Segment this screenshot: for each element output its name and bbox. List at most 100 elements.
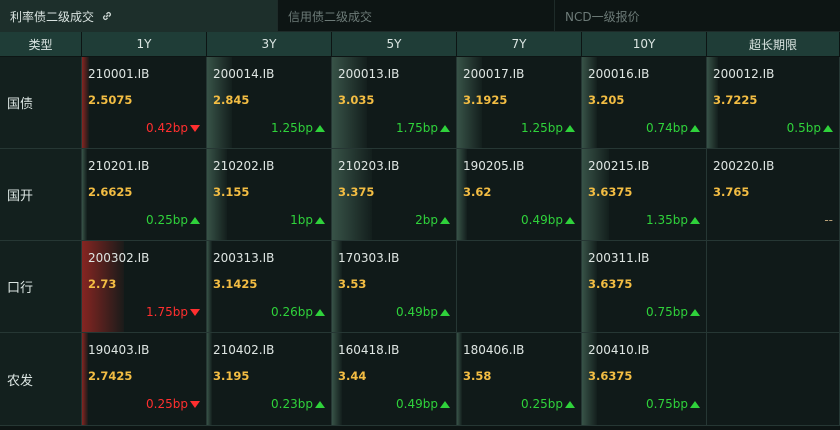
header-1y[interactable]: 1Y: [82, 32, 207, 57]
bond-code[interactable]: 200220.IB: [713, 159, 774, 173]
change-intensity-bar: [82, 149, 87, 240]
bond-code[interactable]: 200014.IB: [213, 67, 274, 81]
yield-change: 1.25bp: [271, 121, 325, 135]
bond-cell-3y[interactable]: 210202.IB 3.155 1bp: [207, 149, 332, 241]
yield-change-value: 0.49bp: [396, 305, 438, 319]
bond-code[interactable]: 160418.IB: [338, 343, 399, 357]
bond-cell-7y[interactable]: 200017.IB 3.1925 1.25bp: [457, 57, 582, 149]
header-ultra-long[interactable]: 超长期限: [707, 32, 840, 57]
bond-yield: 2.845: [213, 93, 250, 107]
tab-rate-bond-trades[interactable]: 利率债二级成交: [0, 0, 278, 32]
bond-yield: 2.73: [88, 277, 117, 291]
yield-change: 0.74bp: [646, 121, 700, 135]
header-3y[interactable]: 3Y: [207, 32, 332, 57]
bond-code[interactable]: 210001.IB: [88, 67, 149, 81]
bond-cell-3y[interactable]: 200014.IB 2.845 1.25bp: [207, 57, 332, 149]
row-label: 国债: [0, 57, 82, 149]
bond-code[interactable]: 210203.IB: [338, 159, 399, 173]
arrow-up-icon: [823, 124, 833, 132]
bond-yield: 3.155: [213, 185, 250, 199]
row-label: 口行: [0, 241, 82, 333]
bond-cell-10y[interactable]: 200215.IB 3.6375 1.35bp: [582, 149, 707, 241]
yield-change: 1.25bp: [521, 121, 575, 135]
arrow-down-icon: [190, 400, 200, 408]
bond-code[interactable]: 200016.IB: [588, 67, 649, 81]
arrow-down-icon: [190, 308, 200, 316]
link-icon[interactable]: [100, 9, 114, 23]
bond-cell-10y[interactable]: 200016.IB 3.205 0.74bp: [582, 57, 707, 149]
arrow-down-icon: [190, 124, 200, 132]
bond-yield: 2.5075: [88, 93, 133, 107]
tab-label: NCD一级报价: [565, 9, 640, 24]
bond-cell-5y[interactable]: 160418.IB 3.44 0.49bp: [332, 333, 457, 426]
bond-yield: 3.205: [588, 93, 625, 107]
bond-yield: 3.375: [338, 185, 375, 199]
yield-change-value: 0.74bp: [646, 121, 688, 135]
bond-cell-1y[interactable]: 210201.IB 2.6625 0.25bp: [82, 149, 207, 241]
yield-change-value: 0.26bp: [271, 305, 313, 319]
bond-code[interactable]: 200410.IB: [588, 343, 649, 357]
bond-yield: 3.035: [338, 93, 375, 107]
bond-code[interactable]: 200302.IB: [88, 251, 149, 265]
yield-change: 0.25bp: [146, 213, 200, 227]
bond-yield: 3.58: [463, 369, 492, 383]
bond-cell-1y[interactable]: 200302.IB 2.73 1.75bp: [82, 241, 207, 333]
arrow-up-icon: [690, 216, 700, 224]
bond-code[interactable]: 200017.IB: [463, 67, 524, 81]
header-5y[interactable]: 5Y: [332, 32, 457, 57]
arrow-up-icon: [690, 124, 700, 132]
bond-cell-3y[interactable]: 200313.IB 3.1425 0.26bp: [207, 241, 332, 333]
yield-change: 2bp: [415, 213, 450, 227]
bond-code[interactable]: 190205.IB: [463, 159, 524, 173]
header-7y[interactable]: 7Y: [457, 32, 582, 57]
bond-yield: 3.6375: [588, 185, 633, 199]
tab-ncd-quotes[interactable]: NCD一级报价: [555, 0, 840, 32]
arrow-up-icon: [315, 124, 325, 132]
bond-code[interactable]: 190403.IB: [88, 343, 149, 357]
yield-change: 0.26bp: [271, 305, 325, 319]
bond-code[interactable]: 180406.IB: [463, 343, 524, 357]
bond-yield: 3.7225: [713, 93, 758, 107]
bond-code[interactable]: 200012.IB: [713, 67, 774, 81]
arrow-up-icon: [565, 216, 575, 224]
bond-code[interactable]: 170303.IB: [338, 251, 399, 265]
yield-change: 1.75bp: [146, 305, 200, 319]
arrow-up-icon: [315, 308, 325, 316]
yield-change-value: 0.75bp: [646, 397, 688, 411]
tab-label: 利率债二级成交: [10, 9, 95, 24]
bond-yield: 3.6375: [588, 277, 633, 291]
yield-change: 0.25bp: [146, 397, 200, 411]
bond-code[interactable]: 200215.IB: [588, 159, 649, 173]
change-intensity-bar: [457, 333, 462, 425]
bond-cell-7y[interactable]: 190205.IB 3.62 0.49bp: [457, 149, 582, 241]
yield-change: 0.49bp: [396, 397, 450, 411]
yield-change: 0.25bp: [521, 397, 575, 411]
bond-code[interactable]: 210402.IB: [213, 343, 274, 357]
yield-change-value: 0.25bp: [521, 397, 563, 411]
bond-code[interactable]: 200311.IB: [588, 251, 649, 265]
bond-cell-10y[interactable]: 200311.IB 3.6375 0.75bp: [582, 241, 707, 333]
bond-cell-1y[interactable]: 190403.IB 2.7425 0.25bp: [82, 333, 207, 426]
yield-change-value: 0.49bp: [396, 397, 438, 411]
bond-cell-7y[interactable]: 180406.IB 3.58 0.25bp: [457, 333, 582, 426]
yield-change: 0.42bp: [146, 121, 200, 135]
bond-code[interactable]: 210202.IB: [213, 159, 274, 173]
bond-code[interactable]: 210201.IB: [88, 159, 149, 173]
yield-change-value: 1.75bp: [146, 305, 188, 319]
yield-change-value: 1.25bp: [271, 121, 313, 135]
bond-cell-ultra-long[interactable]: 200220.IB 3.765 --: [707, 149, 840, 241]
header-10y[interactable]: 10Y: [582, 32, 707, 57]
bond-cell-1y[interactable]: 210001.IB 2.5075 0.42bp: [82, 57, 207, 149]
yield-change-value: 0.25bp: [146, 213, 188, 227]
bond-cell-5y[interactable]: 210203.IB 3.375 2bp: [332, 149, 457, 241]
yield-change-value: 0.23bp: [271, 397, 313, 411]
bond-cell-5y[interactable]: 200013.IB 3.035 1.75bp: [332, 57, 457, 149]
bond-cell-ultra-long[interactable]: 200012.IB 3.7225 0.5bp: [707, 57, 840, 149]
bond-cell-10y[interactable]: 200410.IB 3.6375 0.75bp: [582, 333, 707, 426]
yield-change: 0.49bp: [521, 213, 575, 227]
tab-credit-bond-trades[interactable]: 信用债二级成交: [278, 0, 555, 32]
bond-cell-5y[interactable]: 170303.IB 3.53 0.49bp: [332, 241, 457, 333]
bond-cell-3y[interactable]: 210402.IB 3.195 0.23bp: [207, 333, 332, 426]
bond-code[interactable]: 200013.IB: [338, 67, 399, 81]
bond-code[interactable]: 200313.IB: [213, 251, 274, 265]
